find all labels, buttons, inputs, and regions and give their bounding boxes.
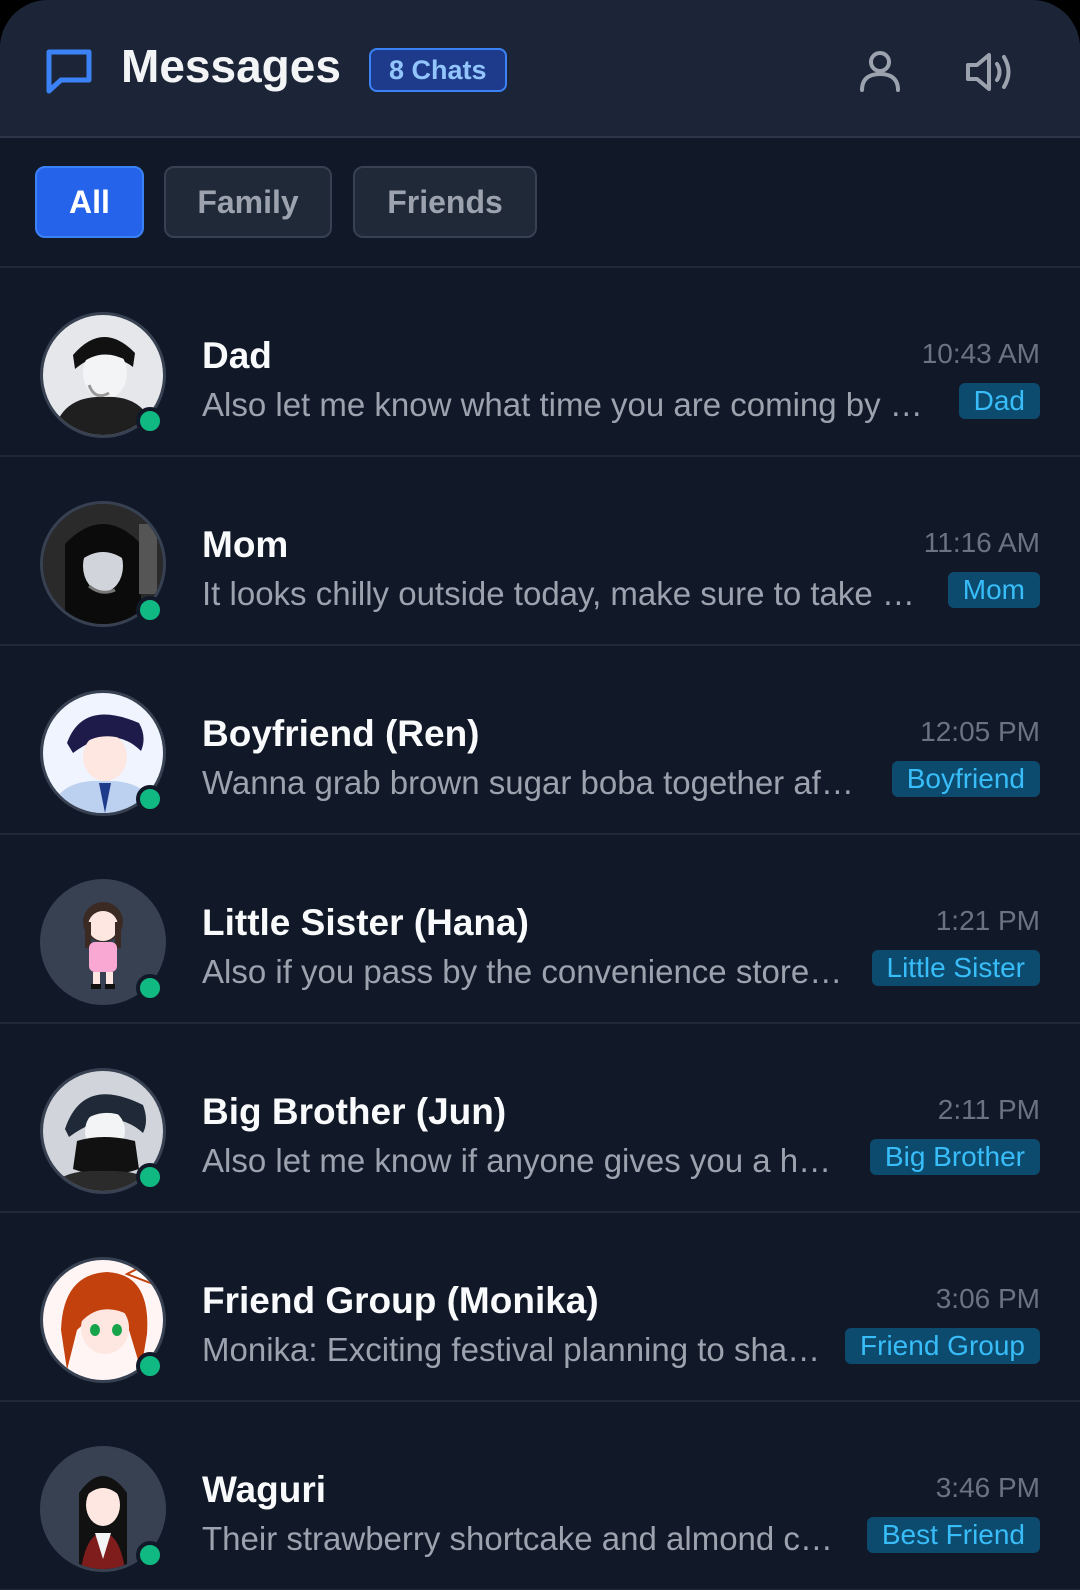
chat-preview: Also if you pass by the convenience stor… bbox=[202, 953, 847, 990]
relationship-tag: Big Brother bbox=[869, 1139, 1040, 1175]
volume-icon bbox=[966, 53, 1011, 91]
chat-preview: Monika: Exciting festival planning to sh… bbox=[202, 1331, 827, 1368]
chat-time: 1:21 PM bbox=[935, 905, 1040, 936]
chat-name: Friend Group (Monika) bbox=[202, 1280, 599, 1321]
chat-row-waguri[interactable]: Waguri 3:46 PM Their strawberry shortcak… bbox=[0, 1402, 1080, 1590]
relationship-tag: Friend Group bbox=[845, 1328, 1040, 1364]
chat-name: Big Brother (Jun) bbox=[202, 1091, 507, 1132]
chat-time: 3:46 PM bbox=[935, 1472, 1040, 1503]
online-indicator bbox=[136, 785, 164, 813]
sound-toggle-button[interactable] bbox=[962, 44, 1018, 100]
user-icon bbox=[860, 51, 900, 92]
chat-name: Mom bbox=[202, 524, 289, 565]
page-title: Messages bbox=[121, 40, 341, 92]
chat-time: 12:05 PM bbox=[920, 716, 1040, 747]
chat-bubble-icon bbox=[46, 49, 92, 94]
chat-time: 3:06 PM bbox=[935, 1283, 1040, 1314]
relationship-tag: Boyfriend bbox=[891, 761, 1040, 797]
messages-app: Messages 8 Chats All Family Friends Dad … bbox=[0, 0, 1080, 1590]
chat-row-boyfriend[interactable]: Boyfriend (Ren) 12:05 PM Wanna grab brow… bbox=[0, 646, 1080, 835]
online-indicator bbox=[136, 1541, 164, 1569]
header: Messages 8 Chats bbox=[0, 0, 1080, 138]
chat-name: Dad bbox=[202, 335, 272, 376]
relationship-tag: Mom bbox=[947, 572, 1040, 608]
chat-row-mom[interactable]: Mom 11:16 AM It looks chilly outside tod… bbox=[0, 457, 1080, 646]
chat-row-friend-group[interactable]: Friend Group (Monika) 3:06 PM Monika: Ex… bbox=[0, 1213, 1080, 1402]
relationship-tag: Little Sister bbox=[871, 950, 1040, 986]
online-indicator bbox=[136, 1163, 164, 1191]
chat-time: 11:16 AM bbox=[923, 527, 1040, 558]
chat-row-dad[interactable]: Dad 10:43 AM Also let me know what time … bbox=[0, 268, 1080, 457]
online-indicator bbox=[136, 407, 164, 435]
chat-row-little-sister[interactable]: Little Sister (Hana) 1:21 PM Also if you… bbox=[0, 835, 1080, 1024]
chat-name: Boyfriend (Ren) bbox=[202, 713, 480, 754]
chat-time: 10:43 AM bbox=[921, 338, 1040, 369]
chat-time: 2:11 PM bbox=[937, 1094, 1040, 1125]
chat-count-badge: 8 Chats bbox=[369, 48, 507, 92]
filter-friends[interactable]: Friends bbox=[353, 166, 537, 238]
chat-preview: Also let me know if anyone gives you a h… bbox=[202, 1142, 847, 1179]
online-indicator bbox=[136, 596, 164, 624]
chat-preview: Wanna grab brown sugar boba together aft… bbox=[202, 764, 862, 801]
online-indicator bbox=[136, 1352, 164, 1380]
filter-bar: All Family Friends bbox=[0, 138, 1080, 268]
chat-name: Waguri bbox=[202, 1469, 327, 1510]
relationship-tag: Best Friend bbox=[866, 1517, 1040, 1553]
chat-preview: It looks chilly outside today, make sure… bbox=[202, 575, 917, 612]
chat-row-big-brother[interactable]: Big Brother (Jun) 2:11 PM Also let me kn… bbox=[0, 1024, 1080, 1213]
chat-preview: Also let me know what time you are comin… bbox=[202, 386, 927, 423]
chat-list: Dad 10:43 AM Also let me know what time … bbox=[0, 268, 1080, 1590]
profile-button[interactable] bbox=[852, 44, 908, 100]
filter-family[interactable]: Family bbox=[164, 166, 332, 238]
relationship-tag: Dad bbox=[958, 383, 1040, 419]
online-indicator bbox=[136, 974, 164, 1002]
chat-preview: Their strawberry shortcake and almond cr… bbox=[202, 1520, 842, 1557]
filter-all[interactable]: All bbox=[35, 166, 144, 238]
chat-name: Little Sister (Hana) bbox=[202, 902, 529, 943]
